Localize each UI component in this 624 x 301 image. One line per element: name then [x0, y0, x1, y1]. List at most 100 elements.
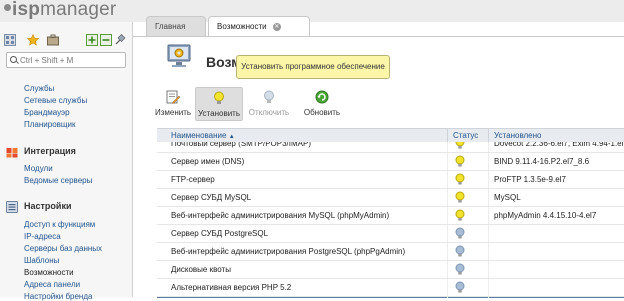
table-row[interactable]: Веб-интерфейс администрирования MySQL (p… — [157, 207, 624, 225]
table-body: Почтовый сервер (SMTP/POP3/IMAP) Dovecot … — [157, 142, 624, 298]
table-row[interactable]: Почтовый сервер (SMTP/POP3/IMAP) Dovecot … — [157, 142, 624, 153]
table-row[interactable]: Дисковые квоты — [157, 261, 624, 279]
column-header-name[interactable]: Наименование ▲ — [171, 131, 235, 140]
sidebar-item-firewall[interactable]: Брандмауэр — [24, 108, 70, 117]
sidebar-item-function-access[interactable]: Доступ к функциям — [24, 220, 95, 229]
table-row[interactable]: Сервер имен (DNS) BIND 9.11.4-16.P2.el7_8… — [157, 153, 624, 171]
briefcase-icon[interactable] — [47, 34, 59, 46]
search-input[interactable] — [20, 53, 120, 67]
sidebar-item-db-servers[interactable]: Серверы баз данных — [24, 244, 102, 253]
cell-divider — [447, 189, 448, 206]
refresh-icon — [315, 90, 329, 104]
cell-divider — [447, 225, 448, 242]
sidebar-item-services[interactable]: Службы — [24, 84, 54, 93]
lightbulb-off-icon — [455, 281, 465, 293]
main-panel: Возможности Установить программное обесп… — [133, 36, 624, 298]
expand-all-icon[interactable] — [86, 34, 98, 46]
close-tab-icon[interactable]: ✕ — [272, 22, 281, 31]
column-divider — [447, 129, 448, 142]
settings-icon — [6, 201, 18, 213]
collapse-all-icon[interactable] — [100, 34, 112, 46]
feature-name: Веб-интерфейс администрирования PostgreS… — [171, 247, 406, 256]
search-icon — [10, 56, 17, 63]
app-header: ispmanager — [0, 0, 624, 22]
star-icon[interactable] — [27, 34, 39, 46]
sidebar-item-slave-servers[interactable]: Ведомые серверы — [24, 176, 92, 185]
sidebar-item-features[interactable]: Возможности — [24, 268, 74, 277]
grid-icon[interactable] — [4, 34, 16, 46]
lightbulb-on-icon — [455, 209, 465, 221]
lightbulb-off-icon — [264, 90, 274, 103]
cell-divider — [447, 261, 448, 278]
column-header-installed[interactable]: Установлено — [494, 131, 542, 140]
feature-name: Сервер имен (DNS) — [171, 157, 245, 166]
lightbulb-off-icon — [455, 245, 465, 257]
feature-name: FTP-сервер — [171, 175, 215, 184]
cell-divider — [488, 171, 489, 188]
feature-name: Сервер СУБД PostgreSQL — [171, 229, 269, 238]
cell-divider — [488, 142, 489, 152]
lightbulb-on-icon — [455, 191, 465, 203]
disable-button[interactable]: Отключить — [245, 87, 293, 119]
cell-divider — [488, 189, 489, 206]
feature-name: Веб-интерфейс администрирования MySQL (p… — [171, 211, 390, 220]
sidebar-item-templates[interactable]: Шаблоны — [24, 256, 59, 265]
table-row[interactable]: Альтернативная версия PHP 5.3 — [157, 297, 624, 298]
edit-button[interactable]: Изменить — [153, 87, 193, 119]
install-button[interactable]: Установить — [195, 87, 243, 121]
installed-version: MySQL — [494, 193, 521, 202]
refresh-button[interactable]: Обновить — [299, 87, 345, 119]
cell-divider — [447, 171, 448, 188]
feature-name: Альтернативная версия PHP 5.2 — [171, 283, 292, 292]
feature-name: Сервер СУБД MySQL — [171, 193, 252, 202]
column-header-status[interactable]: Статус — [453, 131, 478, 140]
install-tooltip: Установить программное обеспечение — [236, 55, 390, 79]
cell-divider — [488, 279, 489, 296]
cell-divider — [488, 297, 489, 298]
cell-divider — [488, 243, 489, 260]
sidebar-item-modules[interactable]: Модули — [24, 164, 53, 173]
pin-icon[interactable] — [114, 34, 126, 46]
cell-divider — [488, 207, 489, 224]
cell-divider — [447, 279, 448, 296]
puzzle-icon — [6, 148, 18, 158]
table-header: Наименование ▲ Статус Установлено — [157, 128, 624, 143]
table-row[interactable]: Веб-интерфейс администрирования PostgreS… — [157, 243, 624, 261]
table-row[interactable]: FTP-сервер ProFTP 1.3.5e-9.el7 — [157, 171, 624, 189]
cell-divider — [488, 225, 489, 242]
lightbulb-on-icon — [214, 91, 224, 104]
logo-dot-icon — [4, 4, 11, 12]
cell-divider — [488, 153, 489, 170]
sidebar: Службы Сетевые службы Брандмауэр Планиро… — [0, 22, 133, 301]
installed-version: phpMyAdmin 4.4.15.10-4.el7 — [494, 211, 597, 220]
cell-divider — [447, 207, 448, 224]
table-row[interactable]: Сервер СУБД MySQL MySQL — [157, 189, 624, 207]
table-row[interactable]: Альтернативная версия PHP 5.2 — [157, 279, 624, 297]
lightbulb-off-icon — [455, 263, 465, 275]
lightbulb-on-icon — [455, 155, 465, 167]
column-divider — [488, 129, 489, 142]
installed-version: ProFTP 1.3.5e-9.el7 — [494, 175, 566, 184]
sidebar-item-scheduler[interactable]: Планировщик — [24, 120, 75, 129]
cell-divider — [447, 297, 448, 298]
sidebar-item-panel-addresses[interactable]: Адреса панели — [24, 280, 80, 289]
installed-version: Dovecot 2.2.36-6.el7, Exim 4.94-1.el7 — [494, 142, 624, 148]
table-row[interactable]: Сервер СУБД PostgreSQL — [157, 225, 624, 243]
tab-home[interactable]: Главная — [146, 16, 206, 36]
cell-divider — [447, 153, 448, 170]
installed-version: BIND 9.11.4-16.P2.el7_8.6 — [494, 157, 590, 166]
cell-divider — [447, 142, 448, 152]
feature-name: Почтовый сервер (SMTP/POP3/IMAP) — [171, 142, 311, 148]
app-logo[interactable]: ispmanager — [4, 0, 116, 21]
cell-divider — [447, 243, 448, 260]
sidebar-item-network-services[interactable]: Сетевые службы — [24, 96, 87, 105]
lightbulb-on-icon — [455, 173, 465, 185]
tab-features[interactable]: Возможности ✕ — [208, 16, 310, 37]
sort-asc-icon: ▲ — [228, 134, 235, 140]
lightbulb-on-icon — [455, 142, 465, 149]
sidebar-search — [6, 52, 126, 68]
sidebar-item-ip-addresses[interactable]: IP-адреса — [24, 232, 61, 241]
lightbulb-off-icon — [455, 227, 465, 239]
edit-icon — [166, 90, 180, 104]
settings-monitor-icon — [167, 44, 191, 67]
